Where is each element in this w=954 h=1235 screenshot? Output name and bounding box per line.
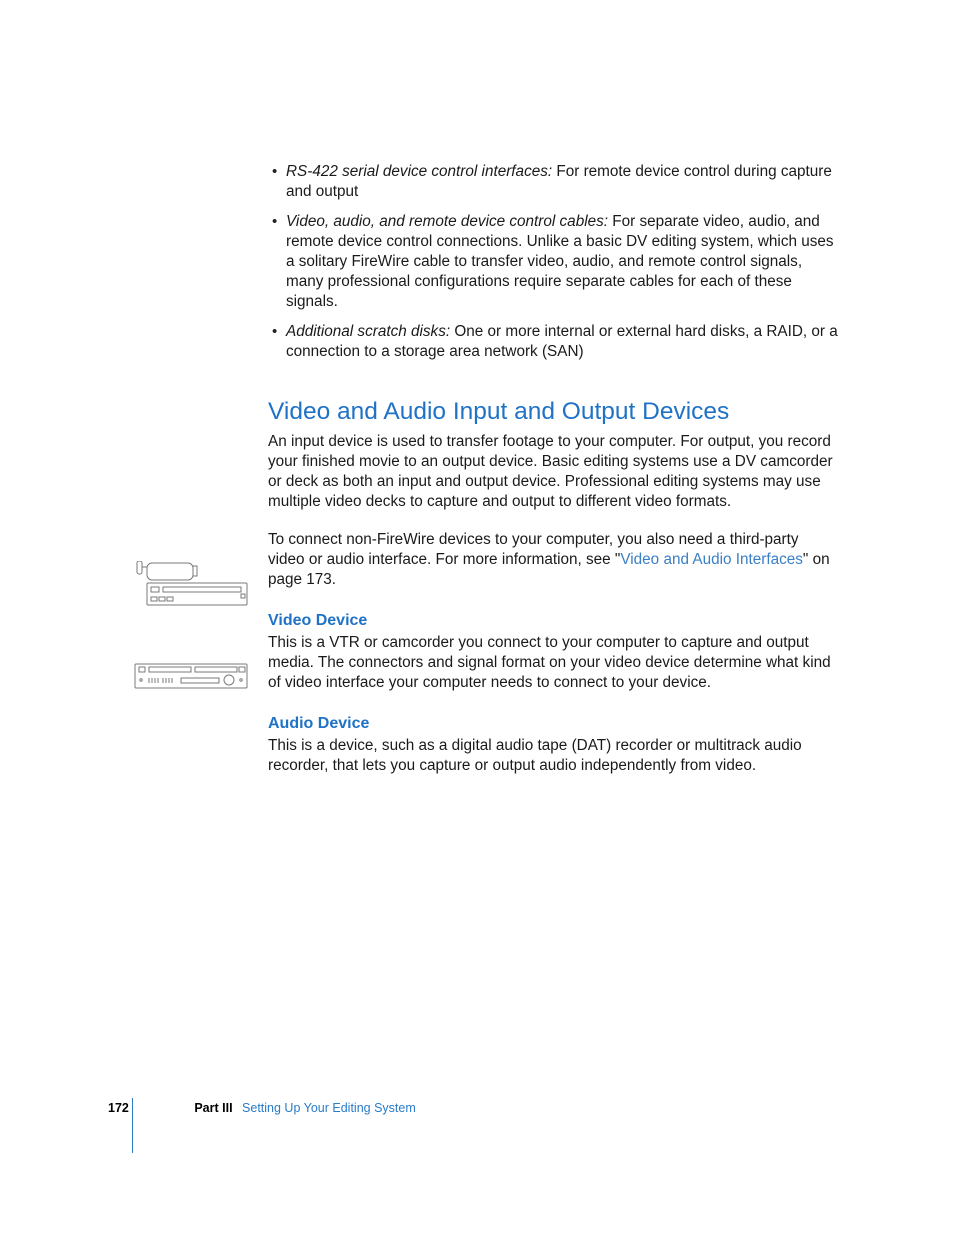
list-item: RS-422 serial device control interfaces:…	[286, 162, 838, 202]
bullet-list: RS-422 serial device control interfaces:…	[268, 162, 838, 362]
list-item: Video, audio, and remote device control …	[286, 212, 838, 312]
audio-device-icon	[133, 662, 251, 697]
video-device-heading: Video Device	[268, 612, 838, 630]
bullet-term: Video, audio, and remote device control …	[286, 213, 608, 230]
bullet-term: RS-422 serial device control interfaces:	[286, 163, 552, 180]
audio-device-body: This is a device, such as a digital audi…	[268, 736, 838, 776]
footer-title: Setting Up Your Editing System	[242, 1101, 416, 1115]
audio-device-heading: Audio Device	[268, 715, 838, 733]
cross-reference-link[interactable]: Video and Audio Interfaces	[620, 551, 803, 568]
list-item: Additional scratch disks: One or more in…	[286, 322, 838, 362]
video-device-body: This is a VTR or camcorder you connect t…	[268, 633, 838, 693]
bullet-term: Additional scratch disks:	[286, 323, 450, 340]
content-column: RS-422 serial device control interfaces:…	[268, 162, 838, 784]
footer-part: Part III	[194, 1101, 232, 1115]
connect-paragraph: To connect non-FireWire devices to your …	[268, 530, 838, 590]
page-number: 172	[108, 1101, 129, 1115]
intro-paragraph: An input device is used to transfer foot…	[268, 432, 838, 512]
page: RS-422 serial device control interfaces:…	[0, 0, 954, 1235]
camcorder-vtr-icon	[133, 561, 251, 614]
section-heading: Video and Audio Input and Output Devices	[268, 398, 838, 426]
page-footer: 172 Part III Setting Up Your Editing Sys…	[108, 1101, 416, 1115]
